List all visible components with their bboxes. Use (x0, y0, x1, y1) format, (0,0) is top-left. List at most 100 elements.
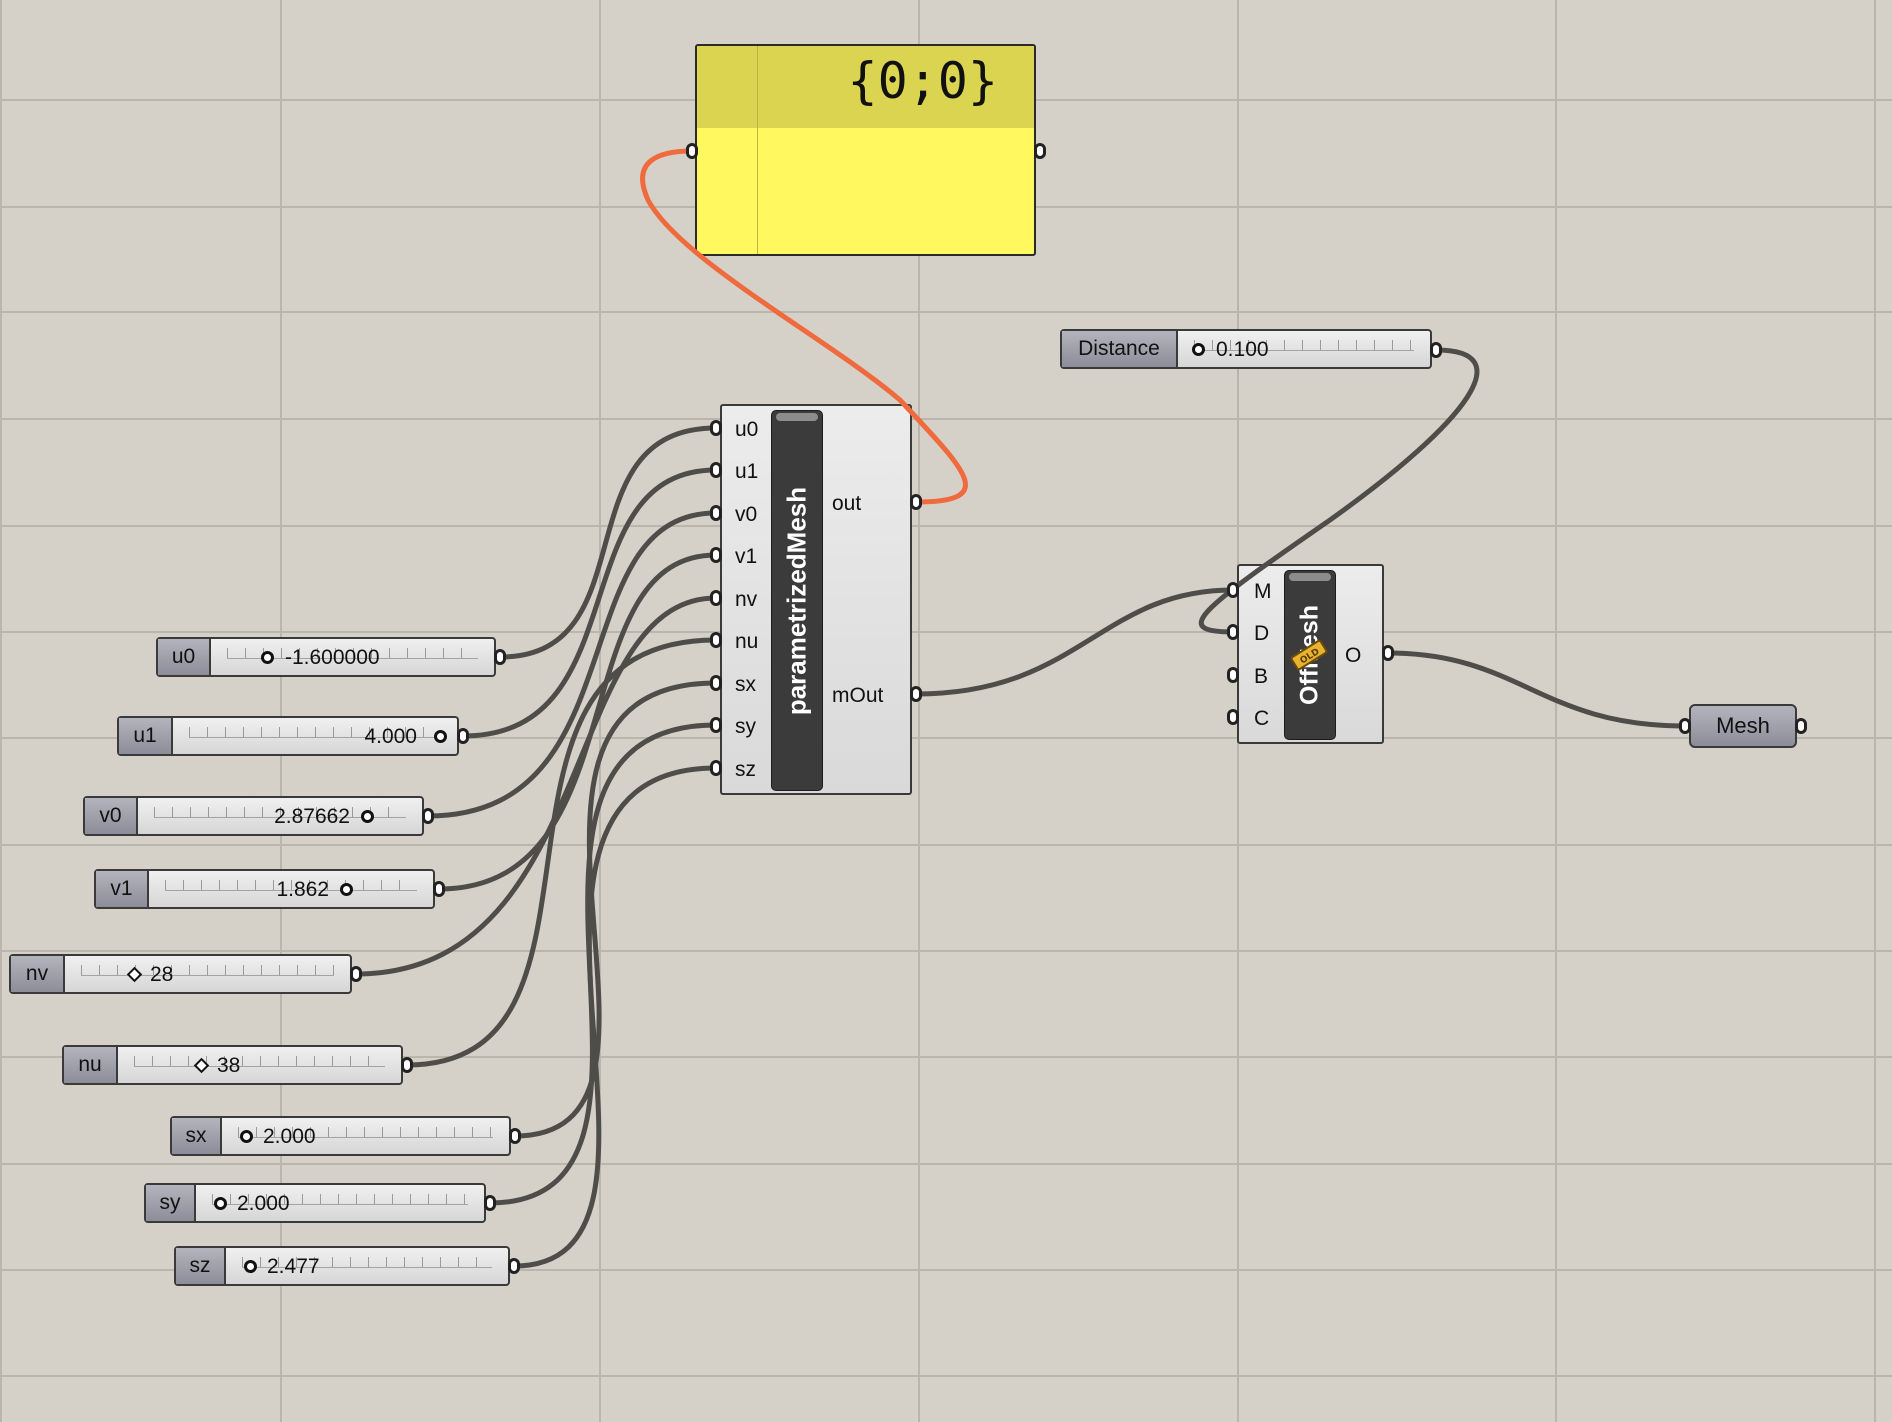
slider-sz[interactable]: sz 2.477 (174, 1246, 510, 1286)
input-grip-c[interactable] (1227, 709, 1239, 725)
panel-divider (757, 46, 758, 254)
slider-label: nu (64, 1047, 118, 1083)
slider-knob[interactable] (340, 883, 353, 896)
slider-u0[interactable]: u0 -1.600000 (156, 637, 496, 677)
slider-knob[interactable] (240, 1130, 253, 1143)
slider-rail[interactable]: 28 (65, 956, 350, 992)
output-o-label: O (1345, 644, 1362, 667)
mesh-param-output-grip[interactable] (1795, 718, 1807, 734)
slider-nv[interactable]: nv 28 (9, 954, 352, 994)
slider-knob[interactable] (1192, 343, 1205, 356)
input-grip-b[interactable] (1227, 667, 1239, 683)
slider-label: v1 (96, 871, 149, 907)
offset-mesh-nickname-bar: OffMesh OLD (1284, 570, 1336, 740)
slider-output-grip-nv[interactable] (350, 966, 362, 982)
input-u1-label: u1 (735, 460, 759, 483)
panel-input-grip[interactable] (686, 143, 698, 159)
input-grip-u0[interactable] (710, 420, 722, 436)
distance-output-grip[interactable] (1430, 342, 1442, 358)
slider-sy[interactable]: sy 2.000 (144, 1183, 486, 1223)
panel-component[interactable]: {0;0} (695, 44, 1036, 256)
slider-knob[interactable] (261, 651, 274, 664)
input-v1-label: v1 (735, 545, 758, 568)
input-sz-label: sz (735, 758, 756, 781)
panel-output-grip[interactable] (1034, 143, 1046, 159)
distance-slider-label: Distance (1062, 331, 1178, 367)
slider-rail[interactable]: 38 (118, 1047, 401, 1083)
input-grip-m[interactable] (1227, 582, 1239, 598)
slider-value: 28 (150, 963, 174, 986)
slider-output-grip-v0[interactable] (422, 808, 434, 824)
input-grip-sy[interactable] (710, 717, 722, 733)
slider-ticks (134, 1056, 385, 1067)
slider-output-grip-sx[interactable] (509, 1128, 521, 1144)
slider-knob[interactable] (434, 730, 447, 743)
input-nu-label: nu (735, 630, 759, 653)
slider-label: u0 (158, 639, 211, 675)
old-component-badge-icon: OLD (1290, 639, 1328, 671)
output-grip-out[interactable] (910, 494, 922, 510)
input-b-label: B (1254, 665, 1269, 688)
output-grip-o[interactable] (1382, 645, 1394, 661)
input-grip-sz[interactable] (710, 760, 722, 776)
slider-knob[interactable] (361, 810, 374, 823)
mesh-param[interactable]: Mesh (1689, 704, 1797, 748)
slider-rail[interactable]: 4.000 (173, 718, 457, 754)
slider-output-grip-u0[interactable] (494, 649, 506, 665)
input-grip-v0[interactable] (710, 505, 722, 521)
offset-mesh-component[interactable]: M D B C OffMesh OLD O (1237, 564, 1384, 744)
slider-rail[interactable]: 2.477 (226, 1248, 508, 1284)
panel-text: {0;0} (847, 52, 998, 110)
distance-slider[interactable]: Distance 0.100 (1060, 329, 1432, 369)
slider-output-grip-v1[interactable] (433, 881, 445, 897)
slider-rail[interactable]: 2.87662 (138, 798, 422, 834)
slider-v0[interactable]: v0 2.87662 (83, 796, 424, 836)
slider-output-grip-u1[interactable] (457, 728, 469, 744)
input-nv-label: nv (735, 588, 758, 611)
slider-output-grip-sy[interactable] (484, 1195, 496, 1211)
parametrized-mesh-nickname-bar: parametrizedMesh (771, 410, 823, 791)
slider-rail[interactable]: 2.000 (222, 1118, 509, 1154)
slider-label: sy (146, 1185, 196, 1221)
slider-label: sx (172, 1118, 222, 1154)
slider-value: 2.477 (267, 1255, 320, 1278)
slider-output-grip-sz[interactable] (508, 1258, 520, 1274)
parametrized-mesh-nickname: parametrizedMesh (781, 486, 812, 715)
slider-knob[interactable] (214, 1197, 227, 1210)
input-grip-nv[interactable] (710, 590, 722, 606)
slider-knob[interactable] (244, 1260, 257, 1273)
slider-label: u1 (119, 718, 173, 754)
slider-value: -1.600000 (285, 646, 380, 669)
slider-u1[interactable]: u1 4.000 (117, 716, 459, 756)
input-grip-u1[interactable] (710, 462, 722, 478)
slider-v1[interactable]: v1 1.862 (94, 869, 435, 909)
input-grip-nu[interactable] (710, 632, 722, 648)
parametrized-mesh-component[interactable]: u0 u1 v0 v1 nv nu sx sy sz parametrizedM… (720, 404, 912, 795)
slider-value: 2.87662 (274, 805, 350, 828)
distance-slider-rail[interactable]: 0.100 (1178, 331, 1430, 367)
input-u0-label: u0 (735, 418, 759, 441)
output-grip-mout[interactable] (910, 686, 922, 702)
mesh-param-input-grip[interactable] (1679, 718, 1691, 734)
slider-rail[interactable]: 1.862 (149, 871, 433, 907)
input-d-label: D (1254, 622, 1270, 645)
input-sx-label: sx (735, 673, 756, 696)
input-grip-d[interactable] (1227, 624, 1239, 640)
slider-value: 2.000 (237, 1192, 290, 1215)
slider-label: v0 (85, 798, 138, 834)
input-v0-label: v0 (735, 503, 758, 526)
slider-value: 1.862 (276, 878, 329, 901)
slider-value: 2.000 (263, 1125, 316, 1148)
slider-label: sz (176, 1248, 226, 1284)
output-out-label: out (832, 492, 862, 515)
slider-ticks (81, 965, 334, 976)
slider-rail[interactable]: -1.600000 (211, 639, 494, 675)
slider-nu[interactable]: nu 38 (62, 1045, 403, 1085)
slider-output-grip-nu[interactable] (401, 1057, 413, 1073)
input-grip-v1[interactable] (710, 547, 722, 563)
output-mout-label: mOut (832, 684, 884, 707)
input-sy-label: sy (735, 715, 756, 738)
slider-rail[interactable]: 2.000 (196, 1185, 484, 1221)
slider-sx[interactable]: sx 2.000 (170, 1116, 511, 1156)
input-grip-sx[interactable] (710, 675, 722, 691)
